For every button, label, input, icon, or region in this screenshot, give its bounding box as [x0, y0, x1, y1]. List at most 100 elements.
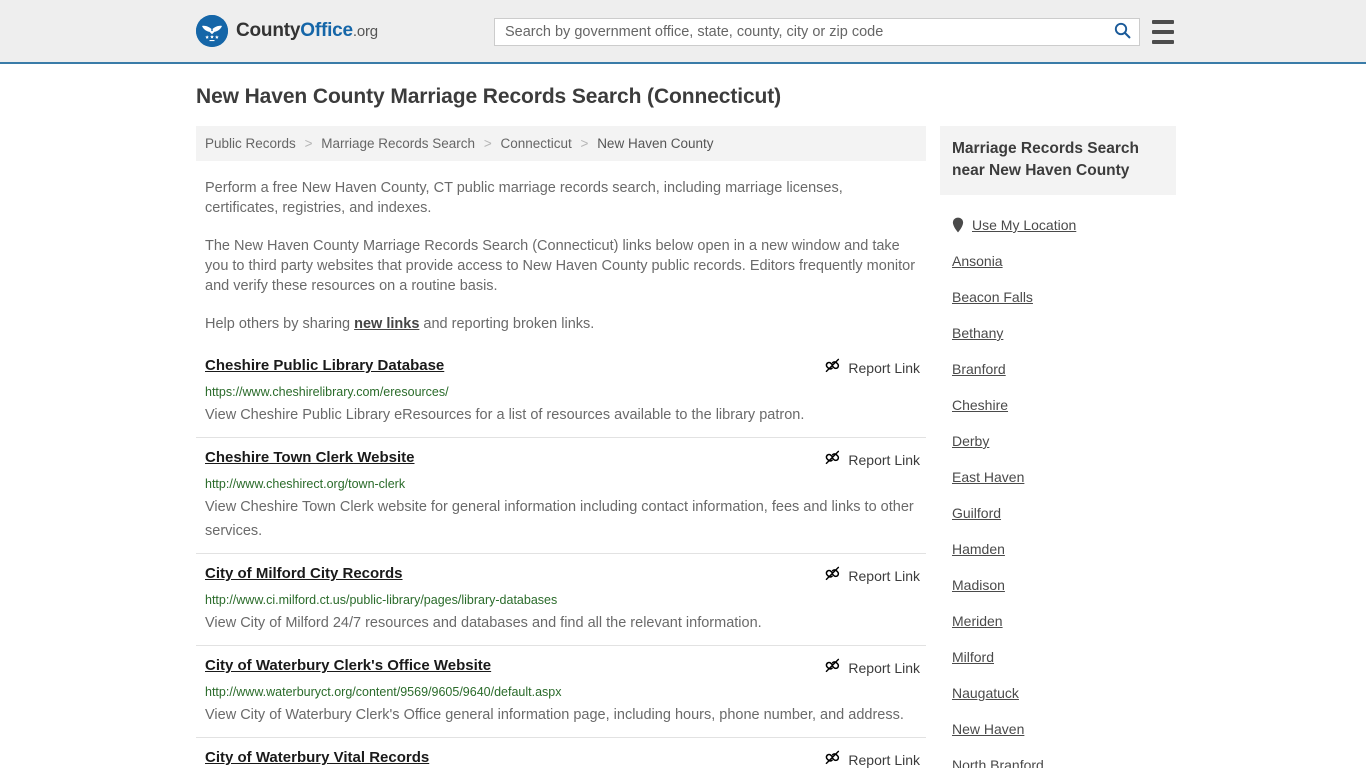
city-link[interactable]: Hamden: [952, 541, 1005, 557]
breadcrumb-separator: >: [580, 136, 589, 151]
report-link-label: Report Link: [848, 752, 920, 768]
breadcrumb-item-new-haven-county: New Haven County: [597, 136, 714, 151]
result-description: View Cheshire Public Library eResources …: [205, 407, 805, 423]
logo-text-office: Office: [300, 20, 353, 41]
city-link[interactable]: Guilford: [952, 505, 1001, 521]
new-links-link[interactable]: new links: [354, 316, 419, 332]
city-link[interactable]: Branford: [952, 361, 1006, 377]
city-link[interactable]: Cheshire: [952, 397, 1008, 413]
sidebar-item-bethany[interactable]: Bethany: [940, 315, 1176, 351]
intro-paragraph-2: The New Haven County Marriage Records Se…: [205, 238, 916, 294]
city-link[interactable]: Madison: [952, 577, 1005, 593]
report-link-button[interactable]: Report Link: [824, 656, 920, 679]
content-layout: Public Records > Marriage Records Search…: [196, 126, 1366, 768]
sidebar-item-new-haven[interactable]: New Haven: [940, 711, 1176, 747]
result-header: Cheshire Public Library Database Report …: [205, 356, 920, 379]
intro-p3-before: Help others by sharing: [205, 316, 355, 332]
sidebar-item-branford[interactable]: Branford: [940, 351, 1176, 387]
report-link-button[interactable]: Report Link: [824, 748, 920, 768]
result-item: City of Waterbury Clerk's Office Website: [196, 656, 926, 738]
result-item: City of Waterbury Vital Records Report L…: [196, 748, 926, 768]
sidebar-item-east-haven[interactable]: East Haven: [940, 459, 1176, 495]
report-link-label: Report Link: [848, 568, 920, 584]
report-link-label: Report Link: [848, 660, 920, 676]
breadcrumb-separator: >: [483, 136, 492, 151]
report-link-label: Report Link: [848, 360, 920, 376]
sidebar-item-ansonia[interactable]: Ansonia: [940, 243, 1176, 279]
sidebar-item-milford[interactable]: Milford: [940, 639, 1176, 675]
breadcrumb-item-marriage-records-search[interactable]: Marriage Records Search: [321, 136, 475, 151]
result-url-link[interactable]: http://www.waterburyct.org/content/9569/…: [205, 684, 920, 700]
sidebar-item-north-branford[interactable]: North Branford: [940, 747, 1176, 768]
broken-link-icon: [824, 749, 841, 768]
sidebar-heading: Marriage Records Search near New Haven C…: [940, 126, 1176, 195]
result-description: View City of Waterbury Clerk's Office ge…: [205, 707, 904, 723]
result-title-link[interactable]: City of Milford City Records: [205, 564, 403, 584]
city-link[interactable]: Bethany: [952, 325, 1003, 341]
result-title-link[interactable]: City of Waterbury Vital Records: [205, 748, 429, 768]
city-link[interactable]: Naugatuck: [952, 685, 1019, 701]
city-link[interactable]: Milford: [952, 649, 994, 665]
city-link[interactable]: Beacon Falls: [952, 289, 1033, 305]
city-link[interactable]: New Haven: [952, 721, 1024, 737]
report-link-button[interactable]: Report Link: [824, 448, 920, 471]
intro-p3-after: and reporting broken links.: [419, 316, 595, 332]
result-title-link[interactable]: Cheshire Town Clerk Website: [205, 448, 415, 468]
result-url-link[interactable]: http://www.ci.milford.ct.us/public-libra…: [205, 592, 920, 608]
result-item: City of Milford City Records Report Link…: [196, 564, 926, 646]
eagle-shield-logo-icon: [196, 15, 228, 47]
hamburger-bar: [1152, 40, 1174, 44]
result-title-link[interactable]: City of Waterbury Clerk's Office Website: [205, 656, 491, 676]
breadcrumb-separator: >: [304, 136, 313, 151]
sidebar-item-use-my-location[interactable]: Use My Location: [940, 207, 1176, 243]
result-url-link[interactable]: http://www.cheshirect.org/town-clerk: [205, 476, 920, 492]
result-header: Cheshire Town Clerk Website Report Link: [205, 448, 920, 471]
search-input[interactable]: [495, 19, 1105, 45]
map-pin-icon: [952, 217, 964, 233]
sidebar-item-cheshire[interactable]: Cheshire: [940, 387, 1176, 423]
city-link[interactable]: Derby: [952, 433, 989, 449]
broken-link-icon: [824, 657, 841, 679]
report-link-label: Report Link: [848, 452, 920, 468]
sidebar-item-madison[interactable]: Madison: [940, 567, 1176, 603]
sidebar-item-hamden[interactable]: Hamden: [940, 531, 1176, 567]
site-logo[interactable]: CountyOffice.org: [196, 15, 378, 47]
intro-paragraph-3: Help others by sharing new links and rep…: [205, 314, 920, 334]
result-item: Cheshire Town Clerk Website Report Link …: [196, 448, 926, 554]
hamburger-menu-icon[interactable]: [1152, 20, 1174, 44]
sidebar-item-derby[interactable]: Derby: [940, 423, 1176, 459]
page-title: New Haven County Marriage Records Search…: [196, 85, 782, 108]
broken-link-icon: [824, 449, 841, 471]
sidebar-item-naugatuck[interactable]: Naugatuck: [940, 675, 1176, 711]
intro-paragraph-1: Perform a free New Haven County, CT publ…: [205, 180, 843, 216]
report-link-button[interactable]: Report Link: [824, 356, 920, 379]
result-header: City of Waterbury Vital Records Report L…: [205, 748, 920, 768]
city-link[interactable]: Ansonia: [952, 253, 1003, 269]
hamburger-bar: [1152, 30, 1174, 34]
logo-text-org: .org: [352, 23, 378, 40]
result-header: City of Milford City Records Report Link: [205, 564, 920, 587]
sidebar-item-meriden[interactable]: Meriden: [940, 603, 1176, 639]
city-link[interactable]: North Branford: [952, 757, 1044, 768]
report-link-button[interactable]: Report Link: [824, 564, 920, 587]
result-item: Cheshire Public Library Database Report …: [196, 356, 926, 438]
broken-link-icon: [824, 565, 841, 587]
sidebar-item-beacon-falls[interactable]: Beacon Falls: [940, 279, 1176, 315]
sidebar: Marriage Records Search near New Haven C…: [940, 126, 1176, 768]
city-link[interactable]: Meriden: [952, 613, 1003, 629]
use-my-location-link[interactable]: Use My Location: [972, 217, 1076, 233]
result-title-link[interactable]: Cheshire Public Library Database: [205, 356, 444, 376]
sidebar-item-guilford[interactable]: Guilford: [940, 495, 1176, 531]
hamburger-bar: [1152, 20, 1174, 24]
breadcrumb-item-connecticut[interactable]: Connecticut: [500, 136, 571, 151]
site-header: CountyOffice.org: [0, 0, 1366, 64]
main-column: Public Records > Marriage Records Search…: [196, 126, 926, 768]
city-link[interactable]: East Haven: [952, 469, 1024, 485]
result-description: View City of Milford 24/7 resources and …: [205, 615, 762, 631]
results-list: Cheshire Public Library Database Report …: [196, 356, 926, 768]
breadcrumb-item-public-records[interactable]: Public Records: [205, 136, 296, 151]
search-submit-button[interactable]: [1105, 19, 1139, 45]
logo-text-county: County: [236, 20, 301, 41]
site-logo-text: CountyOffice.org: [236, 20, 378, 42]
result-url-link[interactable]: https://www.cheshirelibrary.com/eresourc…: [205, 384, 920, 400]
